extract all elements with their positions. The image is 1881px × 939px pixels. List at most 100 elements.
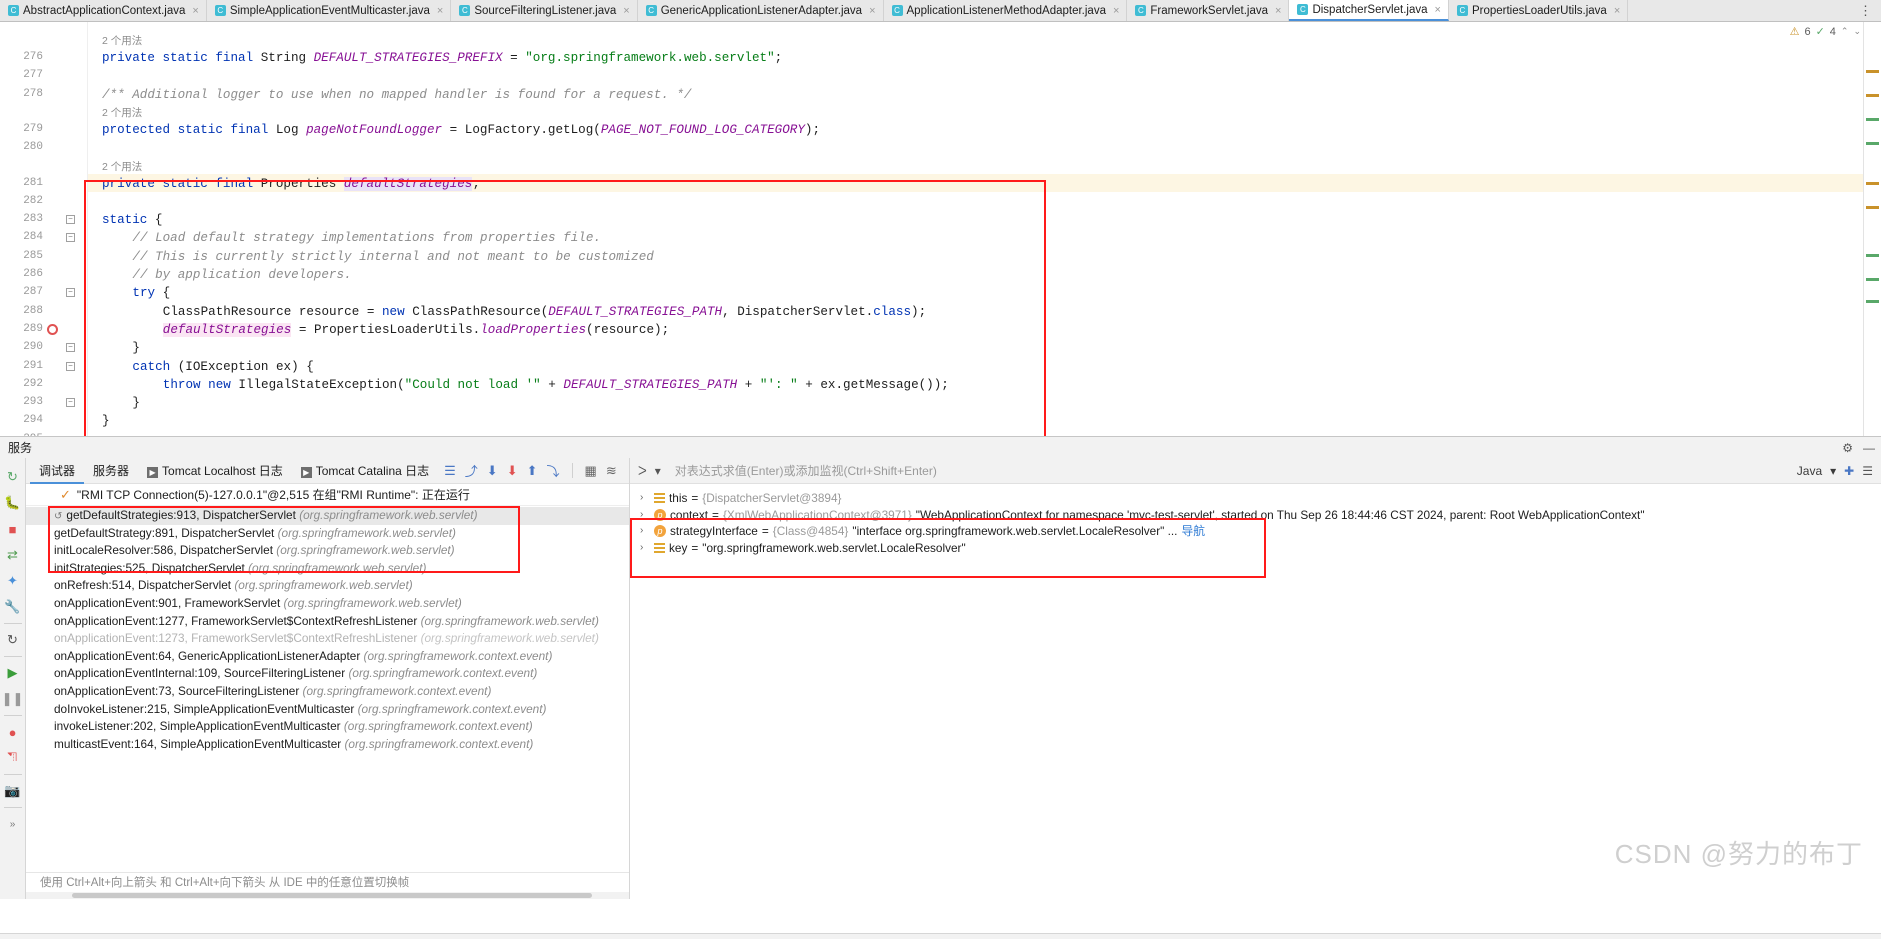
step-down-icon[interactable]: ⬇ — [487, 463, 498, 479]
evaluate-expression-bar[interactable]: ᐳ ▾ 对表达式求值(Enter)或添加监视(Ctrl+Shift+Enter)… — [630, 458, 1881, 484]
rerun-icon[interactable]: ↻ — [2, 464, 24, 490]
hide-panel-icon[interactable]: — — [1863, 441, 1875, 455]
mute-breakpoints-icon[interactable]: ⛠ — [2, 745, 24, 771]
expand-chevron-icon[interactable]: › — [640, 507, 650, 524]
call-stack-frames-list[interactable]: ↺ getDefaultStrategies:913, DispatcherSer… — [26, 506, 629, 872]
code-line[interactable]: protected static final Log pageNotFoundL… — [102, 121, 820, 139]
code-editor[interactable]: 276 277 278 279 280 281 282 283 − 284 − 285 286 287 − 2… — [0, 22, 1881, 457]
code-fold-icon[interactable]: − — [66, 215, 75, 225]
code-line[interactable]: throw new IllegalStateException("Could n… — [102, 376, 949, 394]
editor-tab-2[interactable]: C SourceFilteringListener.java × — [451, 0, 638, 21]
more-actions-icon[interactable]: » — [2, 811, 24, 837]
variable-row[interactable]: › p context = {XmlWebApplicationContext@39… — [630, 507, 1881, 524]
close-tab-icon[interactable]: × — [1432, 4, 1441, 16]
stack-frame-row[interactable]: doInvokeListener:215, SimpleApplicationE… — [26, 701, 629, 719]
frames-horizontal-scrollbar[interactable] — [26, 892, 629, 899]
code-line[interactable]: // by application developers. — [102, 266, 351, 284]
thread-selector-row[interactable]: ✓ "RMI TCP Connection(5)-127.0.0.1"@2,51… — [26, 484, 629, 506]
editor-tab-7[interactable]: C PropertiesLoaderUtils.java × — [1448, 0, 1629, 21]
editor-gutter[interactable]: 276 277 278 279 280 281 282 283 − 284 − 285 286 287 − 2… — [0, 22, 88, 445]
close-tab-icon[interactable]: × — [189, 5, 198, 17]
stack-frame-row[interactable]: onApplicationEvent:901, FrameworkServlet… — [26, 595, 629, 613]
stack-frame-row[interactable]: getDefaultStrategy:891, DispatcherServle… — [26, 525, 629, 543]
step-out-up-icon[interactable]: ⤴ — [465, 461, 478, 480]
variable-row[interactable]: › p strategyInterface = {Class@4854} "inte… — [630, 523, 1881, 540]
prev-problem-icon[interactable]: ⌃ — [1841, 26, 1849, 37]
code-line[interactable]: private static final Properties defaultS… — [102, 175, 480, 193]
code-line[interactable]: catch (IOException ex) { — [102, 358, 313, 376]
stack-frame-row[interactable]: onRefresh:514, DispatcherServlet (org.sp… — [26, 577, 629, 595]
step-into-icon[interactable]: ✦ — [2, 568, 24, 594]
code-line[interactable]: defaultStrategies = PropertiesLoaderUtil… — [102, 321, 669, 339]
close-tab-icon[interactable]: × — [866, 5, 875, 17]
view-breakpoints-icon[interactable]: ● — [2, 719, 24, 745]
run-to-cursor-icon[interactable]: ⤵ — [547, 461, 560, 480]
stack-frame-row[interactable]: initStrategies:525, DispatcherServlet (o… — [26, 560, 629, 578]
expand-chevron-icon[interactable]: › — [640, 523, 650, 540]
stack-frame-row[interactable]: onApplicationEventInternal:109, SourceFi… — [26, 665, 629, 683]
code-fold-icon[interactable]: − — [66, 288, 75, 298]
breakpoint-icon[interactable] — [47, 323, 58, 335]
debug-actions-toolbar[interactable]: ↻ 🐛 ■ ⇄ ✦ 🔧 ↻ ▶ ❚❚ ● ⛠ 📷 » — [0, 458, 26, 899]
usage-hint[interactable]: 2 个用法 — [102, 104, 142, 122]
stack-frame-row[interactable]: onApplicationEvent:1277, FrameworkServle… — [26, 613, 629, 631]
code-fold-icon[interactable]: − — [66, 233, 75, 243]
debugger-subtab-3[interactable]: ▶ Tomcat Catalina 日志 — [292, 458, 438, 484]
code-fold-icon[interactable]: − — [66, 343, 75, 353]
pause-icon[interactable]: ❚❚ — [2, 686, 24, 712]
stop-icon[interactable]: ■ — [2, 516, 24, 542]
close-tab-icon[interactable]: × — [1272, 5, 1281, 17]
stack-frame-row[interactable]: onApplicationEvent:1273, FrameworkServle… — [26, 630, 629, 648]
editor-tab-6[interactable]: C DispatcherServlet.java × — [1289, 0, 1449, 21]
expand-chevron-icon[interactable]: › — [640, 490, 650, 507]
debug-icon[interactable]: 🐛 — [2, 490, 24, 516]
code-line[interactable]: try { — [102, 284, 170, 302]
debugger-subtab-1[interactable]: 服务器 — [84, 458, 138, 484]
stack-frame-row[interactable]: multicastEvent:164, SimpleApplicationEve… — [26, 736, 629, 754]
frames-toolbar[interactable]: ☰ ⤴ ⬇ ⬇ ⬆ ⤵ ▦ ≋ — [444, 461, 617, 480]
editor-tab-4[interactable]: C ApplicationListenerMethodAdapter.java × — [883, 0, 1128, 21]
editor-tab-5[interactable]: C FrameworkServlet.java × — [1127, 0, 1290, 21]
language-selector-label[interactable]: Java — [1797, 464, 1822, 478]
variable-row[interactable]: › this = {DispatcherServlet@3894} — [630, 490, 1881, 507]
editor-code-area[interactable]: 2 个用法 private static final String DEFAULT… — [88, 22, 1881, 436]
code-line[interactable]: // This is currently strictly internal a… — [102, 248, 653, 266]
editor-tab-1[interactable]: C SimpleApplicationEventMulticaster.java × — [206, 0, 452, 21]
code-line[interactable]: } — [102, 394, 140, 412]
usage-hint[interactable]: 2 个用法 — [102, 158, 142, 176]
close-tab-icon[interactable]: × — [434, 5, 443, 17]
frames-toolbar-icon-7[interactable]: ≋ — [606, 463, 617, 479]
camera-icon[interactable]: 📷 — [2, 778, 24, 804]
next-problem-icon[interactable]: ⌄ — [1853, 26, 1861, 37]
editor-marker-track[interactable] — [1863, 22, 1881, 436]
usage-hint[interactable]: 2 个用法 — [102, 32, 142, 50]
stack-frame-row[interactable]: onApplicationEvent:64, GenericApplicatio… — [26, 648, 629, 666]
language-caret-icon[interactable]: ▾ — [1830, 464, 1836, 478]
stack-frame-row[interactable]: ↺ getDefaultStrategies:913, DispatcherSer… — [26, 507, 629, 525]
wrench-icon[interactable]: 🔧 — [2, 594, 24, 620]
close-tab-icon[interactable]: × — [1110, 5, 1119, 17]
settings-lines-icon[interactable]: ☰ — [444, 463, 456, 479]
evaluate-input[interactable]: 对表达式求值(Enter)或添加监视(Ctrl+Shift+Enter) — [669, 462, 1789, 479]
stack-frame-row[interactable]: invokeListener:202, SimpleApplicationEve… — [26, 718, 629, 736]
close-tab-icon[interactable]: × — [620, 5, 629, 17]
code-line[interactable]: /** Additional logger to use when no map… — [102, 86, 691, 104]
navigate-link[interactable]: 导航 — [1181, 523, 1205, 540]
code-line[interactable]: } — [102, 339, 140, 357]
code-line[interactable]: static { — [102, 211, 162, 229]
settings-gear-icon[interactable]: ⚙ — [1842, 441, 1853, 455]
stack-frame-row[interactable]: initLocaleResolver:586, DispatcherServle… — [26, 542, 629, 560]
close-tab-icon[interactable]: × — [1611, 5, 1620, 17]
editor-tab-0[interactable]: C AbstractApplicationContext.java × — [0, 0, 207, 21]
code-line[interactable]: private static final String DEFAULT_STRA… — [102, 49, 782, 67]
restart-icon[interactable]: ↻ — [2, 627, 24, 653]
code-line[interactable]: // Load default strategy implementations… — [102, 229, 601, 247]
debugger-subtabs[interactable]: 调试器 服务器 ▶ Tomcat Localhost 日志 ▶ Tomcat Catali… — [26, 458, 629, 484]
code-line[interactable]: ClassPathResource resource = new ClassPa… — [102, 303, 926, 321]
expand-chevron-icon[interactable]: › — [640, 540, 650, 557]
frames-toolbar-icon-6[interactable]: ▦ — [585, 463, 597, 479]
debugger-subtab-0[interactable]: 调试器 — [30, 458, 84, 484]
editor-tab-3[interactable]: C GenericApplicationListenerAdapter.java × — [637, 0, 884, 21]
resume-icon[interactable]: ▶ — [2, 660, 24, 686]
force-step-icon[interactable]: ⬇ — [507, 463, 518, 479]
